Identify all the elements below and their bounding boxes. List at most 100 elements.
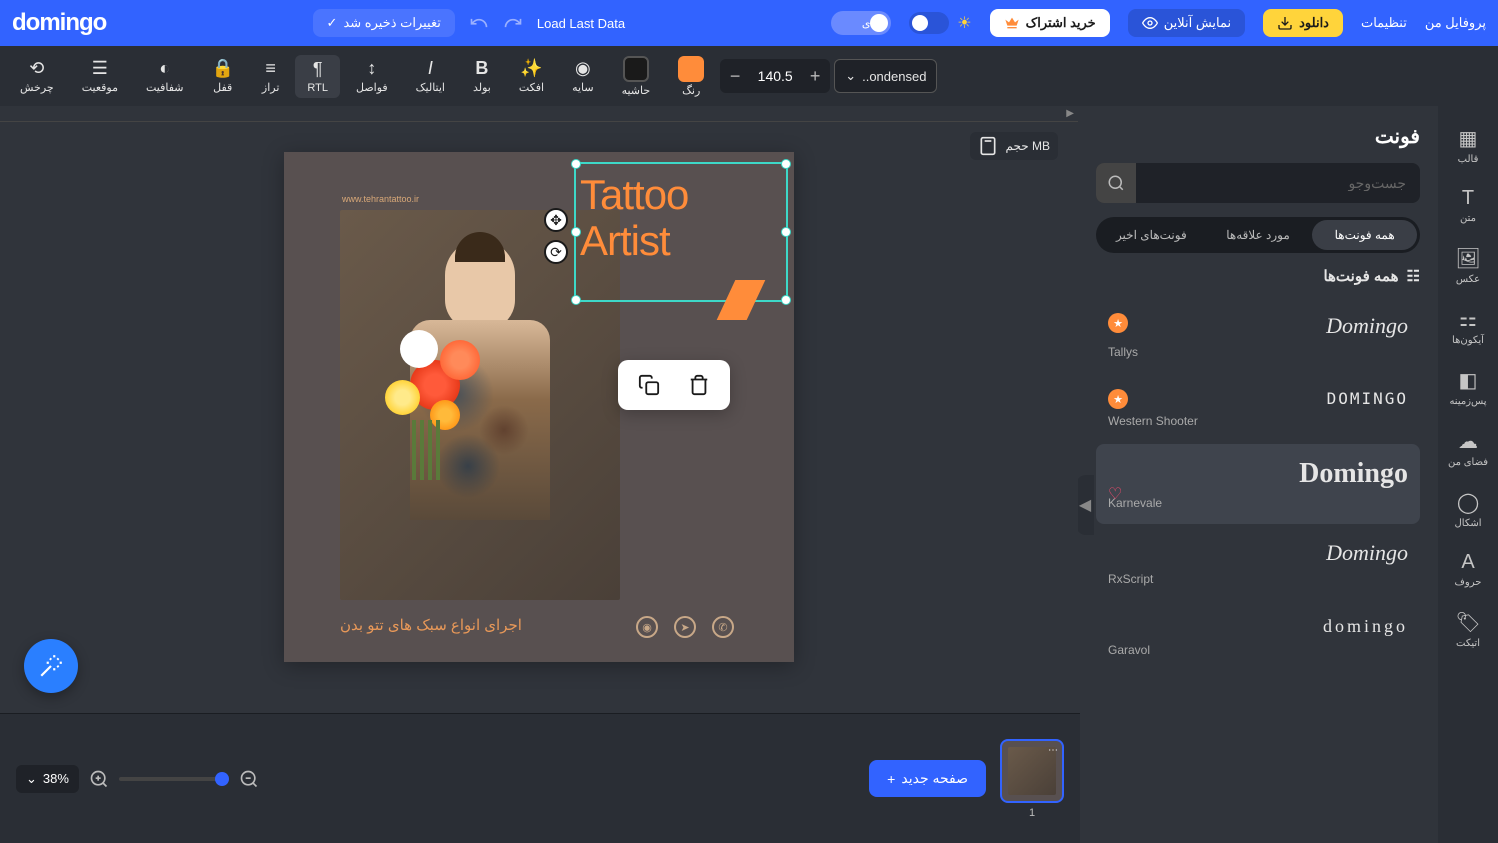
zoom-slider[interactable] [119,777,229,781]
font-size-increase[interactable]: + [800,59,830,93]
telegram-icon[interactable]: ➤ [674,616,696,638]
theme-toggle[interactable] [909,12,949,34]
resize-handle-mr[interactable] [781,227,791,237]
settings-link[interactable]: تنظیمات [1361,15,1407,31]
undo-icon[interactable] [469,13,489,33]
resize-handle-tl[interactable] [571,159,581,169]
app-header: پروفایل من تنظیمات دانلود نمایش آنلاین خ… [0,0,1498,46]
zoom-value-select[interactable]: ⌄38% [16,765,79,793]
tab-favorites[interactable]: مورد علاقه‌ها [1206,220,1311,250]
sidebar-template[interactable]: ▦قالب [1438,116,1498,175]
delete-button[interactable] [688,374,710,396]
page-thumbnail-1[interactable]: ⋯ [1000,739,1064,803]
chevron-down-icon: ⌄ [26,771,37,787]
search-input[interactable] [1136,175,1420,191]
tool-effect[interactable]: ✨افکت [507,54,556,98]
rtl-icon: ¶ [313,59,323,80]
tool-color[interactable]: رنگ [666,52,716,101]
tool-bold[interactable]: Bبولد [461,54,503,98]
resize-handle-ml[interactable] [571,227,581,237]
sidebar-icons[interactable]: ⚏آیکون‌ها [1438,297,1498,356]
font-size-value[interactable]: 140.5 [750,68,800,84]
panel-title: فونت [1096,124,1420,149]
artboard-caption[interactable]: اجرای انواع سبک های تتو بدن [340,616,522,634]
redo-icon[interactable] [503,13,523,33]
artboard[interactable]: www.tehrantattoo.ir Tattoo Artist ✥ ⟳ [284,152,794,662]
bottom-bar: ⌄38% + صفحه جدید ⋯ 1 [0,713,1080,843]
bold-icon: B [475,58,488,79]
tool-align[interactable]: ≡تراز [250,54,292,98]
tool-position[interactable]: ☰موقعیت [70,54,130,98]
template-icon: ▦ [1459,126,1478,151]
sidebar-shapes[interactable]: ◯اشکال [1438,480,1498,539]
sidebar-letters[interactable]: Aحروف [1438,541,1498,598]
font-item-tallys[interactable]: Domingo Tallys ★ [1096,299,1420,373]
font-item-rxscript[interactable]: Domingo RxScript [1096,526,1420,600]
sidebar-myspace[interactable]: ☁فضای من [1438,419,1498,478]
online-preview-button[interactable]: نمایش آنلاین [1128,9,1245,37]
zoom-in-icon[interactable] [89,769,109,789]
heart-icon[interactable]: ♡ [1108,484,1122,504]
font-panel: فونت همه فونت‌ها مورد علاقه‌ها فونت‌های … [1078,106,1438,843]
online-label: نمایش آنلاین [1164,15,1231,31]
tab-all-fonts[interactable]: همه فونت‌ها [1312,220,1417,250]
accent-shape [717,280,766,320]
shapes-icon: ◯ [1457,490,1479,515]
whatsapp-icon[interactable]: ✆ [712,616,734,638]
tool-lock[interactable]: 🔒قفل [199,54,245,98]
tool-italic[interactable]: Iایتالیک [404,54,457,98]
grid-icon: ⚏ [1459,307,1477,332]
font-tabs: همه فونت‌ها مورد علاقه‌ها فونت‌های اخیر [1096,217,1420,253]
tab-recent[interactable]: فونت‌های اخیر [1099,220,1204,250]
subscribe-button[interactable]: خرید اشتراک [990,9,1110,37]
profile-link[interactable]: پروفایل من [1425,15,1486,31]
border-color-swatch [623,56,649,82]
resize-handle-br[interactable] [781,295,791,305]
font-item-garavol[interactable]: domingo Garavol [1096,602,1420,671]
section-all-fonts: ☷ همه فونت‌ها [1096,267,1420,285]
size-indicator[interactable]: حجم MB [970,132,1059,160]
subscribe-label: خرید اشتراک [1026,15,1096,31]
font-size-decrease[interactable]: − [720,59,750,93]
opacity-icon: ◐ [159,58,170,79]
tool-rotate[interactable]: ⟲چرخش [8,54,66,98]
tool-shadow[interactable]: ◉سایه [560,54,606,98]
magic-fab-button[interactable] [24,639,78,693]
list-icon: ☷ [1407,267,1420,285]
new-page-button[interactable]: + صفحه جدید [869,760,986,797]
font-item-karnevale[interactable]: Domingo Karnevale ♡ [1096,444,1420,524]
load-last-button[interactable]: Load Last Data [537,16,625,31]
artboard-url-text: www.tehrantattoo.ir [342,194,419,204]
duplicate-button[interactable] [638,374,660,396]
sidebar-text[interactable]: Tمتن [1438,177,1498,234]
text-selection-box[interactable]: Tattoo Artist ✥ ⟳ [574,162,788,302]
panel-collapse-handle[interactable]: ◀ [1078,475,1094,535]
tool-border[interactable]: حاشیه [610,52,663,101]
sidebar-background[interactable]: ◧پس‌زمینه [1438,358,1498,417]
search-box [1096,163,1420,203]
font-family-select[interactable]: ⌄ ..ondensed [834,59,937,93]
magic-icon: ✨ [520,58,542,79]
move-handle-icon[interactable]: ✥ [544,208,568,232]
sidebar-tag[interactable]: 🏷اتیکت [1438,600,1498,659]
page-options-icon[interactable]: ⋯ [1048,745,1058,756]
mode-toggle[interactable]: عادی [831,11,891,35]
search-button[interactable] [1096,163,1136,203]
rotate-handle-icon[interactable]: ⟳ [544,240,568,264]
instagram-icon[interactable]: ◉ [636,616,658,638]
sidebar-image[interactable]: 🖼عکس [1438,236,1498,295]
selected-text[interactable]: Tattoo Artist [576,164,786,272]
tool-rtl[interactable]: ¶RTL [295,55,340,98]
resize-handle-tr[interactable] [781,159,791,169]
zoom-out-icon[interactable] [239,769,259,789]
page-thumbnail-wrapper: ⋯ 1 [1000,739,1064,819]
save-button[interactable]: تغییرات ذخیره شد ✓ [313,9,455,37]
image-icon: 🖼 [1455,246,1480,271]
tool-spacing[interactable]: ↕فواصل [344,54,400,98]
font-item-western[interactable]: DOMINGO Western Shooter ★ [1096,375,1420,442]
download-label: دانلود [1299,15,1329,31]
download-button[interactable]: دانلود [1263,9,1343,37]
align-icon: ≡ [265,58,276,79]
resize-handle-bl[interactable] [571,295,581,305]
tool-opacity[interactable]: ◐شفافیت [134,54,196,98]
